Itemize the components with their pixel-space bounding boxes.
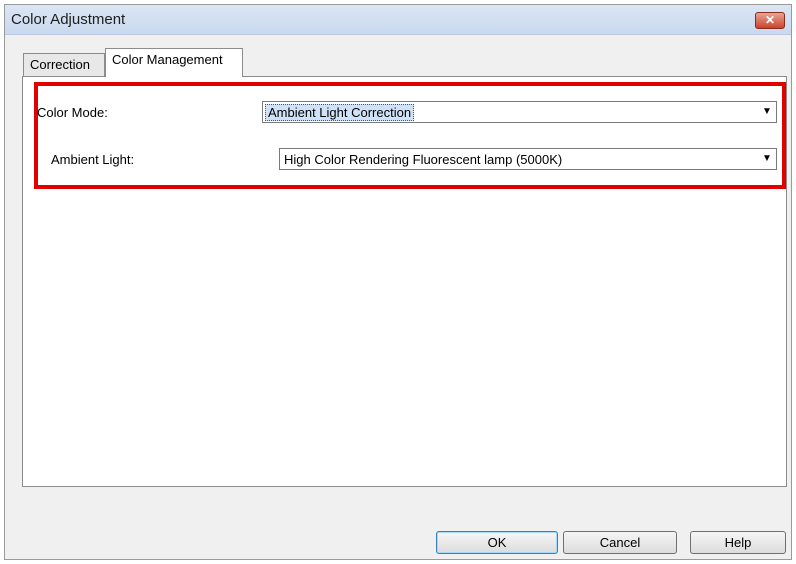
ok-button[interactable]: OK (436, 531, 558, 554)
ambient-light-value: High Color Rendering Fluorescent lamp (5… (284, 152, 563, 167)
cancel-button[interactable]: Cancel (563, 531, 677, 554)
window-title: Color Adjustment (11, 11, 126, 28)
chevron-down-icon[interactable]: ▼ (758, 149, 776, 169)
color-management-panel: Color Mode: Ambient Light Correction ▼ A… (22, 76, 787, 487)
color-mode-value: Ambient Light Correction (265, 104, 415, 121)
color-mode-label: Color Mode: (37, 105, 108, 120)
help-button[interactable]: Help (690, 531, 786, 554)
tab-correction[interactable]: Correction (23, 53, 105, 77)
ambient-light-label: Ambient Light: (51, 152, 135, 167)
tab-color-management[interactable]: Color Management (105, 48, 243, 77)
close-button[interactable]: ✕ (755, 12, 785, 29)
title-bar[interactable]: Color Adjustment ✕ (5, 5, 791, 35)
close-icon: ✕ (764, 13, 776, 27)
ambient-light-dropdown[interactable]: High Color Rendering Fluorescent lamp (5… (279, 148, 777, 170)
color-adjustment-dialog: Color Adjustment ✕ Correction Color Mana… (4, 4, 792, 560)
chevron-down-icon[interactable]: ▼ (758, 102, 776, 122)
highlight-box (34, 82, 786, 189)
color-mode-dropdown[interactable]: Ambient Light Correction ▼ (262, 101, 777, 123)
